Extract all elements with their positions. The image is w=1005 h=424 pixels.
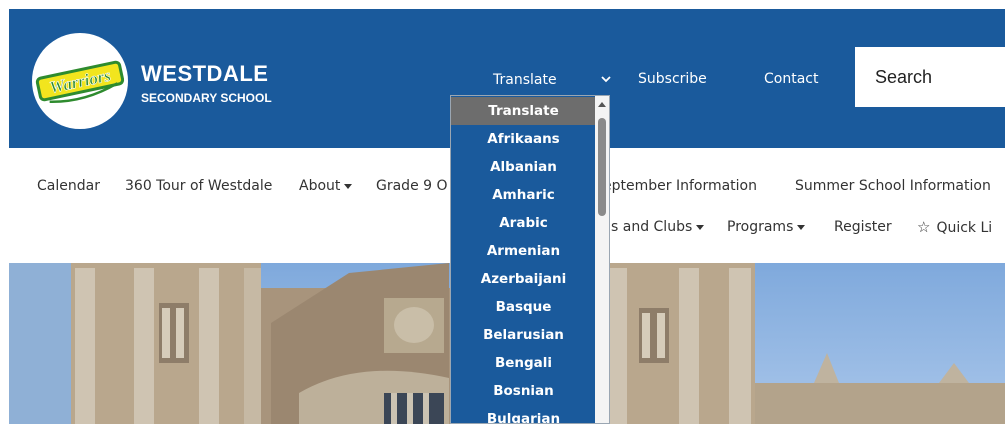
language-option-afrikaans[interactable]: Afrikaans: [451, 125, 596, 153]
nav-item-teams-and-clubs[interactable]: s and Clubs: [611, 218, 705, 236]
dropdown-scrollbar[interactable]: [595, 96, 609, 423]
language-option-amharic[interactable]: Amharic: [451, 181, 596, 209]
nav-item-calendar[interactable]: Calendar: [37, 177, 100, 195]
scroll-up-arrow-icon[interactable]: [598, 102, 606, 107]
school-subtitle[interactable]: SECONDARY SCHOOL: [141, 91, 272, 105]
language-option-bengali[interactable]: Bengali: [451, 349, 596, 377]
caret-down-icon: [696, 224, 705, 230]
language-option-belarusian[interactable]: Belarusian: [451, 321, 596, 349]
language-option-bulgarian[interactable]: Bulgarian: [451, 405, 596, 423]
translate-select[interactable]: Translate: [489, 69, 619, 93]
school-name[interactable]: WESTDALE: [141, 62, 268, 86]
subscribe-link[interactable]: Subscribe: [638, 71, 707, 87]
page: Warriors WESTDALE SECONDARY SCHOOL Trans…: [0, 0, 1005, 424]
language-option-azerbaijani[interactable]: Azerbaijani: [451, 265, 596, 293]
nav-item-about[interactable]: About: [299, 177, 353, 195]
nav-item-360-tour[interactable]: 360 Tour of Westdale: [125, 177, 272, 195]
caret-down-icon: [344, 183, 353, 189]
search-input[interactable]: Search: [855, 47, 1005, 107]
star-icon: ☆: [917, 218, 931, 236]
warriors-logo-icon: Warriors: [35, 60, 125, 104]
nav-item-programs[interactable]: Programs: [727, 218, 806, 236]
nav-item-quick-links[interactable]: ☆ Quick Li: [917, 218, 992, 237]
contact-link[interactable]: Contact: [764, 71, 818, 87]
language-option-bosnian[interactable]: Bosnian: [451, 377, 596, 405]
caret-down-icon: [797, 224, 806, 230]
language-option-arabic[interactable]: Arabic: [451, 209, 596, 237]
nav-item-september-information[interactable]: eptember Information: [603, 177, 757, 195]
translate-dropdown-list[interactable]: Translate Afrikaans Albanian Amharic Ara…: [450, 95, 610, 424]
language-option-translate[interactable]: Translate: [451, 97, 596, 125]
language-option-basque[interactable]: Basque: [451, 293, 596, 321]
language-option-albanian[interactable]: Albanian: [451, 153, 596, 181]
nav-item-register[interactable]: Register: [834, 218, 892, 236]
school-logo[interactable]: Warriors: [32, 33, 128, 129]
scrollbar-thumb[interactable]: [598, 118, 606, 216]
translate-select-label: Translate: [493, 72, 557, 88]
chevron-down-icon: [601, 72, 611, 90]
search-placeholder: Search: [875, 67, 933, 87]
language-option-armenian[interactable]: Armenian: [451, 237, 596, 265]
nav-item-summer-school[interactable]: Summer School Information: [795, 177, 991, 195]
nav-item-grade-9[interactable]: Grade 9 O: [376, 177, 448, 195]
